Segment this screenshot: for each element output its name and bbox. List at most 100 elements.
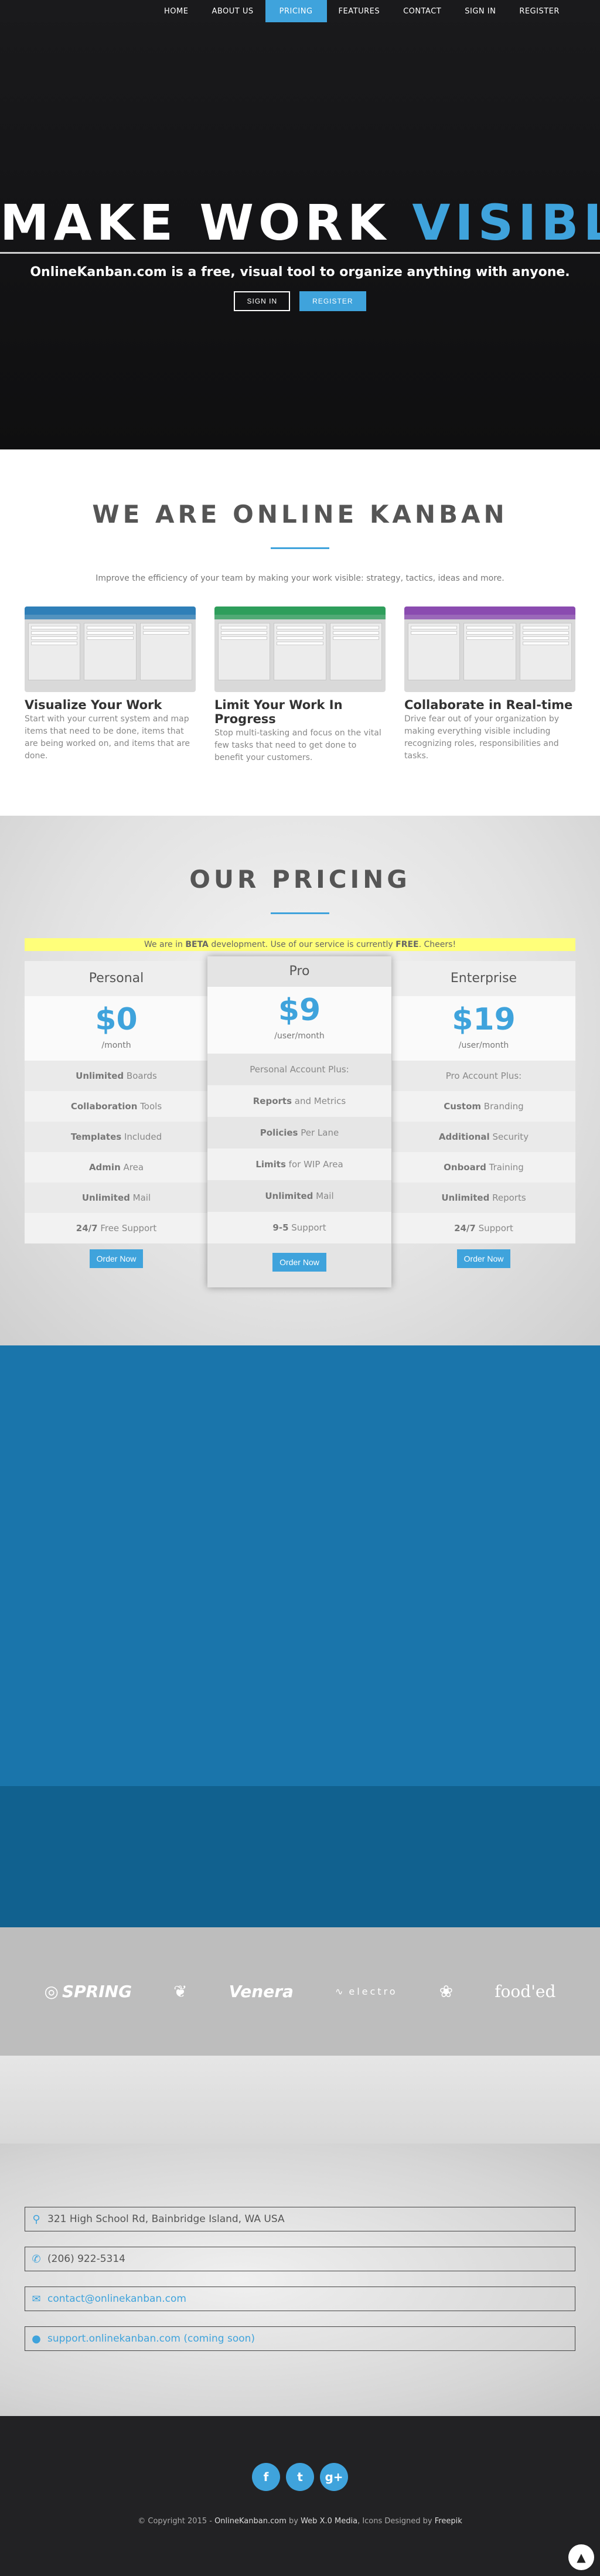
nav-item-register[interactable]: REGISTER (507, 0, 571, 22)
kanban-board-screenshot-purple (404, 606, 575, 692)
plan-personal: Personal $0 /month Unlimited Boards Coll… (25, 961, 208, 1268)
plan-feature: Custom Branding (392, 1091, 575, 1122)
plan-name: Enterprise (450, 971, 517, 986)
globe-icon: ● (32, 2332, 41, 2345)
contact-email[interactable]: ✉ contact@onlinekanban.com (25, 2287, 575, 2311)
top-nav: HOME ABOUT US PRICING FEATURES CONTACT S… (0, 0, 600, 22)
nav-item-pricing[interactable]: PRICING (265, 0, 327, 22)
logo-venera: Venera (229, 1982, 294, 2001)
plan-feature: Personal Account Plus: (207, 1054, 391, 1085)
client-logos: ◎ SPRING ❦ Venera ∿ electro ❀ food'ed (0, 1927, 600, 2056)
beta-text: We are in (144, 940, 186, 949)
plan-name: Pro (289, 964, 310, 979)
nav-item-contact[interactable]: CONTACT (391, 0, 453, 22)
plan-period: /user/month (274, 1031, 325, 1041)
nav-item-features[interactable]: FEATURES (327, 0, 392, 22)
contact-address-text: 321 High School Rd, Bainbridge Island, W… (47, 2213, 285, 2225)
plan-feature: Unlimited Reports (392, 1183, 575, 1213)
plan-feature: Unlimited Mail (207, 1180, 391, 1212)
plan-feature: Collaboration Tools (25, 1091, 208, 1122)
plan-feature: 24/7 Support (392, 1213, 575, 1243)
plan-period: /user/month (458, 1041, 509, 1050)
footer: f t g+ © Copyright 2015 - OnlineKanban.c… (0, 2416, 600, 2576)
order-now-button-enterprise[interactable]: Order Now (456, 1249, 511, 1268)
beta-text: . Cheers! (418, 940, 456, 949)
nav-item-about[interactable]: ABOUT US (200, 0, 265, 22)
google-plus-icon[interactable]: g+ (320, 2463, 348, 2491)
about-title-underline (271, 547, 329, 549)
logo-electro: ∿ electro (335, 1986, 398, 1997)
plan-price: $19 (452, 1002, 516, 1037)
contact-support-link[interactable]: support.onlinekanban.com (coming soon) (47, 2333, 255, 2345)
feature-limit-wip: Limit Your Work In Progress Stop multi-t… (214, 606, 386, 764)
nav-item-home[interactable]: HOME (152, 0, 200, 22)
contact-phone-text: (206) 922-5314 (47, 2253, 125, 2265)
plan-features: Personal Account Plus: Reports and Metri… (207, 1054, 391, 1243)
beta-text: development. Use of our service is curre… (208, 940, 396, 949)
contact-email-link[interactable]: contact@onlinekanban.com (47, 2293, 186, 2305)
about-title: WE ARE ONLINE KANBAN (92, 500, 508, 529)
logo-spring: ◎ SPRING (44, 1982, 132, 2001)
feature-text: Drive fear out of your organization by m… (404, 714, 560, 761)
twitter-icon[interactable]: t (286, 2463, 314, 2491)
plan-feature: Unlimited Boards (25, 1061, 208, 1091)
plan-feature: Additional Security (392, 1122, 575, 1152)
plan-price: $0 (95, 1002, 138, 1037)
logo-fooded: food'ed (495, 1982, 556, 2001)
plan-feature: Onboard Training (392, 1152, 575, 1183)
feature-heading: Visualize Your Work (25, 698, 162, 712)
pricing-title-underline (271, 912, 329, 914)
hero-section: MAKE WORK VISIBLE OnlineKanban.com is a … (0, 0, 600, 449)
feature-text: Start with your current system and map i… (25, 714, 190, 761)
hero-register-button[interactable]: REGISTER (299, 291, 366, 311)
pricing-plans: Personal $0 /month Unlimited Boards Coll… (25, 956, 575, 1287)
hero-subtitle: OnlineKanban.com is a free, visual tool … (30, 265, 570, 280)
kanban-board-screenshot-green (214, 606, 386, 692)
plan-feature: 24/7 Free Support (25, 1213, 208, 1243)
freepik-link[interactable]: Freepik (435, 2517, 462, 2526)
logo-leaf-icon: ❦ (173, 1982, 188, 2001)
feature-visualize: Visualize Your Work Start with your curr… (25, 606, 196, 764)
contact-address: ⚲ 321 High School Rd, Bainbridge Island,… (25, 2207, 575, 2231)
plan-feature: 9-5 Support (207, 1212, 391, 1243)
plan-feature: Pro Account Plus: (392, 1061, 575, 1091)
blue-band-section (0, 1345, 600, 1786)
site-link[interactable]: OnlineKanban.com (214, 2517, 287, 2526)
nav-item-signin[interactable]: SIGN IN (453, 0, 507, 22)
hero-title-accent: VISIBLE (412, 194, 600, 251)
facebook-icon[interactable]: f (252, 2463, 280, 2491)
beta-notice: We are in BETA development. Use of our s… (25, 938, 575, 951)
feature-text: Stop multi-tasking and focus on the vita… (214, 728, 381, 762)
feature-heading: Limit Your Work In Progress (214, 698, 343, 726)
plan-feature: Reports and Metrics (207, 1085, 391, 1117)
social-links: f t g+ (0, 2463, 600, 2491)
plan-period: /month (101, 1041, 131, 1050)
dark-blue-band-section (0, 1786, 600, 1927)
plan-pro: Pro $9 /user/month Personal Account Plus… (207, 956, 391, 1287)
order-now-button-pro[interactable]: Order Now (272, 1253, 326, 1272)
hero-signin-button[interactable]: SIGN IN (234, 291, 291, 311)
scroll-to-top-icon[interactable]: ▲ (568, 2544, 594, 2570)
feature-heading: Collaborate in Real-time (404, 698, 573, 712)
spring-mark-icon: ◎ (44, 1982, 59, 2001)
hero-buttons: SIGN IN REGISTER (0, 291, 600, 311)
plan-price-box: $9 /user/month (207, 987, 391, 1054)
contact-support[interactable]: ● support.onlinekanban.com (coming soon) (25, 2326, 575, 2351)
envelope-icon: ✉ (32, 2292, 41, 2305)
contact-section: ⚲ 321 High School Rd, Bainbridge Island,… (0, 2144, 600, 2416)
phone-icon: ✆ (32, 2253, 41, 2265)
beta-text-bold: FREE (396, 940, 419, 949)
features-row: Visualize Your Work Start with your curr… (0, 606, 600, 764)
wave-icon: ∿ (335, 1986, 346, 1997)
plan-price-box: $19 /user/month (392, 996, 575, 1061)
plan-feature: Admin Area (25, 1152, 208, 1183)
plan-features: Pro Account Plus: Custom Branding Additi… (392, 1061, 575, 1243)
copyright-text: © Copyright 2015 - OnlineKanban.com by W… (138, 2517, 462, 2526)
agency-link[interactable]: Web X.0 Media (301, 2517, 357, 2526)
hero-title: MAKE WORK VISIBLE (0, 193, 600, 252)
beta-text-bold: BETA (185, 940, 209, 949)
pricing-section: OUR PRICING We are in BETA development. … (0, 816, 600, 1345)
kanban-board-screenshot-blue (25, 606, 196, 692)
order-now-button-personal[interactable]: Order Now (89, 1249, 144, 1268)
spacer-section (0, 2056, 600, 2144)
